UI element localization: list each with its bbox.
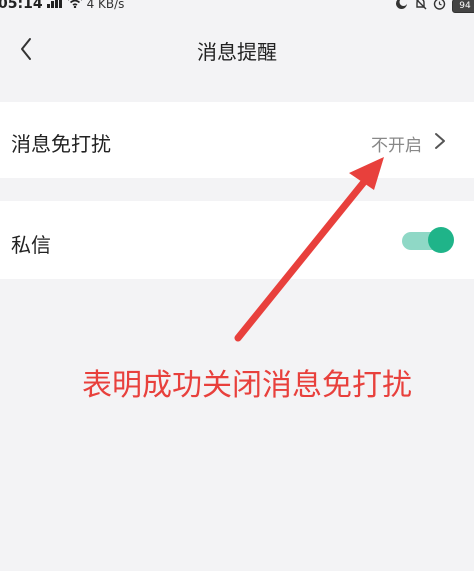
status-left: 05:14 4 KB/s xyxy=(0,0,124,12)
status-right: 94 xyxy=(395,0,474,14)
header: 消息提醒 xyxy=(0,18,474,80)
status-time: 05:14 xyxy=(0,0,43,12)
do-not-disturb-label: 消息免打扰 xyxy=(11,132,111,156)
battery-icon: 94 xyxy=(452,0,474,13)
annotation-text: 表明成功关闭消息免打扰 xyxy=(82,368,412,403)
do-not-disturb-value: 不开启 xyxy=(371,136,422,156)
moon-icon xyxy=(395,0,408,14)
do-not-disturb-row[interactable]: 消息免打扰 不开启 xyxy=(0,102,474,178)
status-bar: 05:14 4 KB/s 94 xyxy=(0,0,474,16)
chevron-right-icon xyxy=(432,131,448,151)
wifi-icon xyxy=(67,0,83,12)
private-message-toggle[interactable] xyxy=(400,226,454,254)
network-speed: 4 KB/s xyxy=(86,0,125,11)
page-title: 消息提醒 xyxy=(197,40,277,64)
annotation-arrow xyxy=(234,157,384,342)
mute-bell-icon xyxy=(414,0,427,14)
toggle-knob xyxy=(428,227,454,253)
alarm-icon xyxy=(433,0,446,14)
screen: 05:14 4 KB/s 94 消息提醒 消息免打扰 不开启 私信 表明成功关闭… xyxy=(0,0,474,571)
signal-icon xyxy=(46,0,63,12)
private-message-label: 私信 xyxy=(11,233,51,257)
private-message-row: 私信 xyxy=(0,201,474,279)
